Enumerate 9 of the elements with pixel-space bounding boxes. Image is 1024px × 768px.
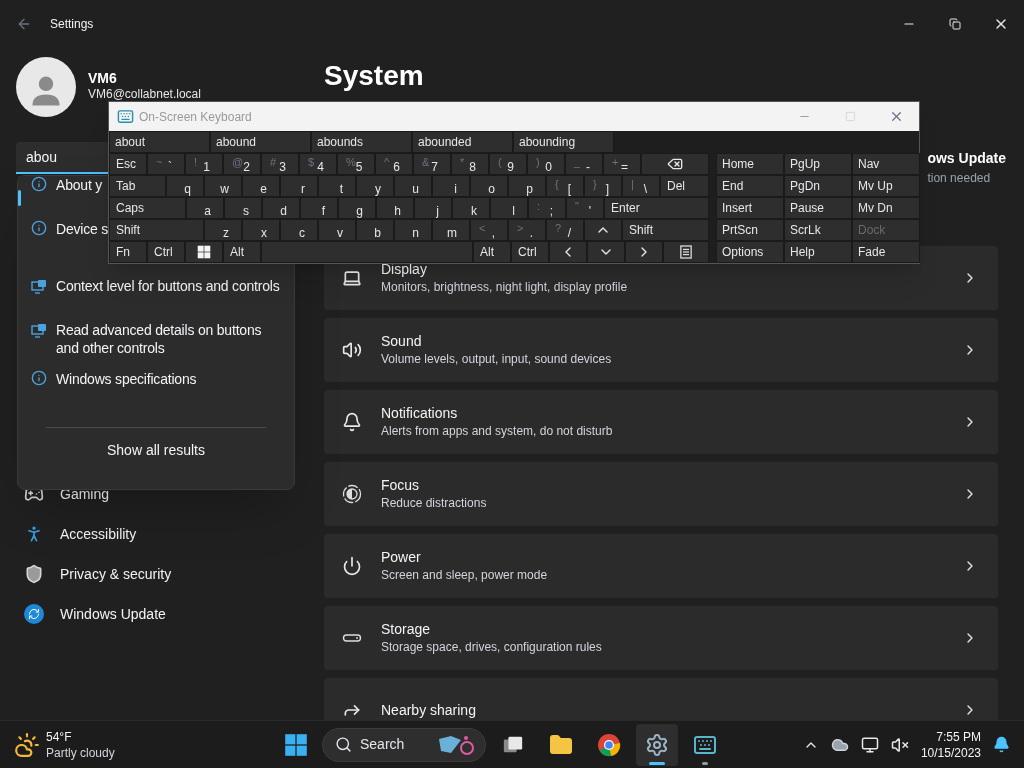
user-name: VM6 bbox=[88, 70, 118, 86]
temperature: 54°F bbox=[46, 728, 73, 745]
update-status: tion needed bbox=[927, 170, 991, 187]
user-email: VM6@collabnet.local bbox=[88, 86, 201, 102]
window-title: Settings bbox=[50, 16, 94, 33]
keyboard-window-title: On-Screen Keyboard bbox=[139, 108, 252, 126]
page-title: System bbox=[324, 59, 425, 93]
weather-condition: Partly cloudy bbox=[46, 744, 115, 761]
update-title: ows Update bbox=[927, 149, 1006, 168]
